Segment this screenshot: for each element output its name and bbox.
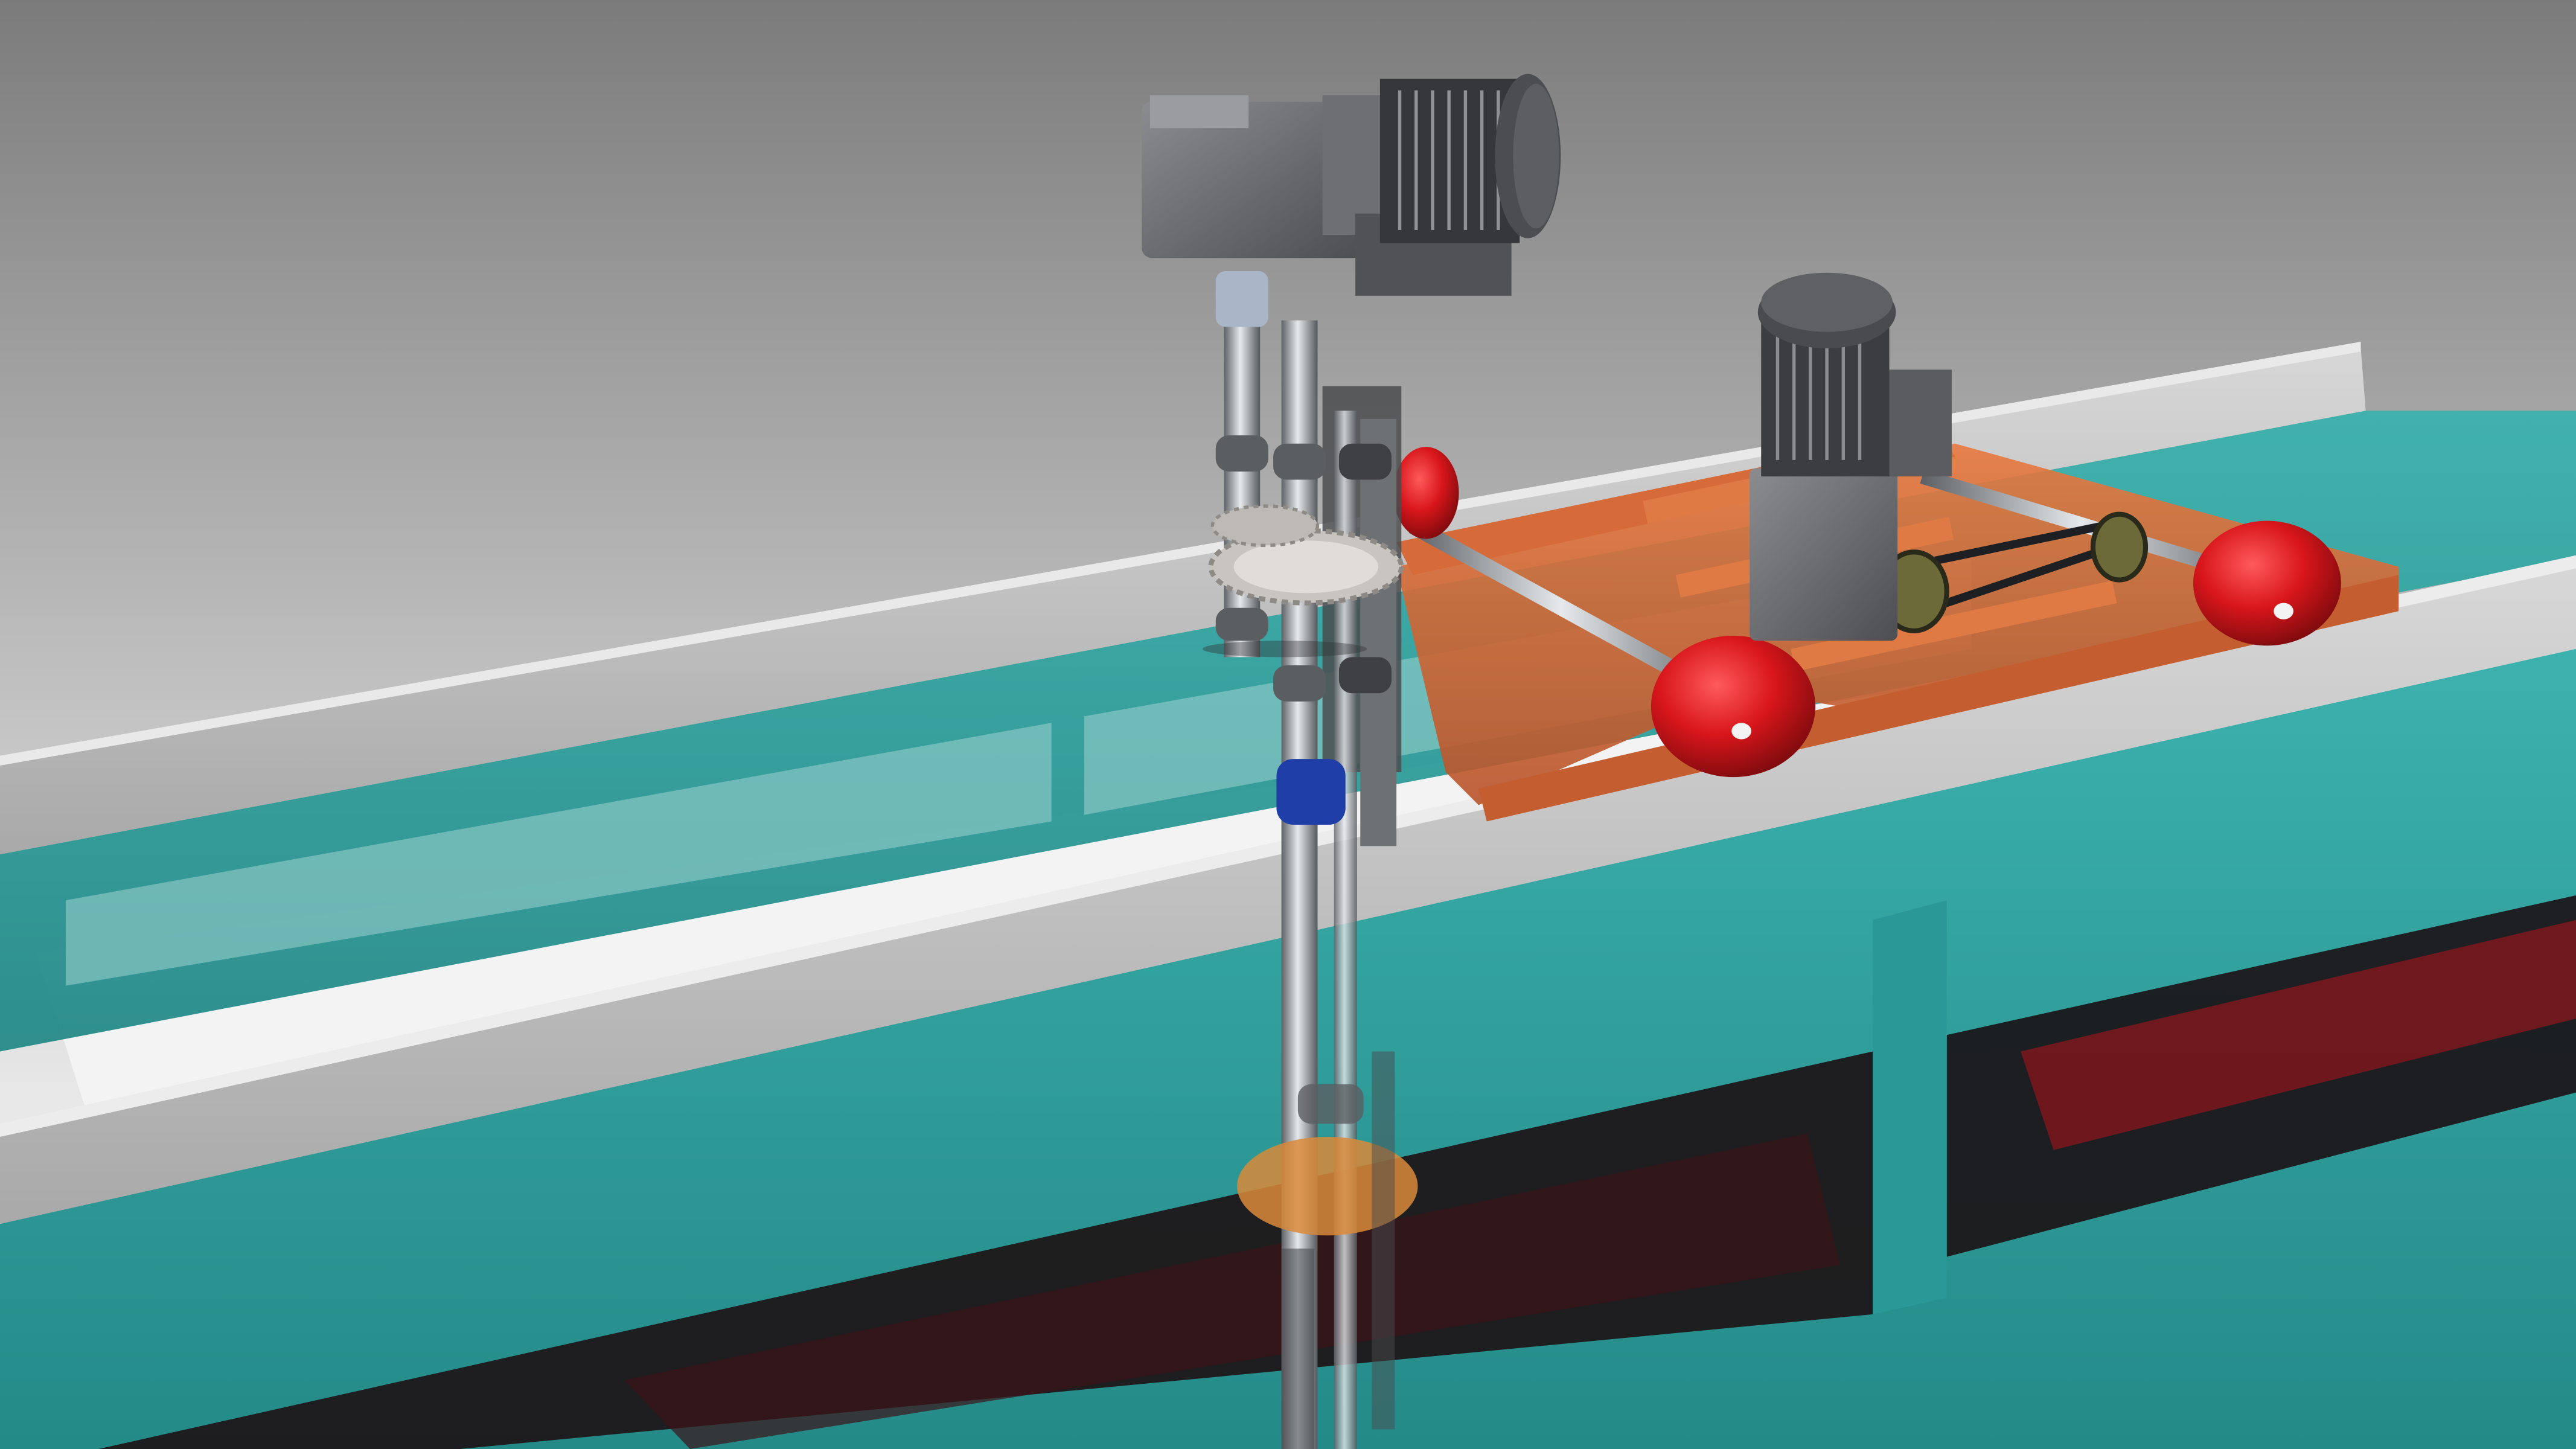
wheel-icon xyxy=(2193,520,2341,646)
coupling xyxy=(1338,657,1392,694)
coupling xyxy=(1215,435,1268,472)
mast-reflection xyxy=(1372,1051,1395,1430)
tank-front-mullion xyxy=(1873,900,1947,1314)
blue-coupling xyxy=(1276,759,1346,825)
wheel-icon xyxy=(1651,636,1816,778)
pulley xyxy=(2090,511,2149,583)
gear-icon xyxy=(1210,504,1320,548)
cad-render-scene xyxy=(0,0,2576,1449)
coupling xyxy=(1215,607,1268,641)
coupling xyxy=(1273,665,1326,702)
coupling xyxy=(1338,443,1392,480)
mast-reflection xyxy=(1281,1249,1315,1449)
coupling xyxy=(1273,443,1326,480)
wheel-icon xyxy=(1393,447,1459,539)
coupling xyxy=(1297,1084,1364,1124)
upper-coupling xyxy=(1215,270,1268,327)
